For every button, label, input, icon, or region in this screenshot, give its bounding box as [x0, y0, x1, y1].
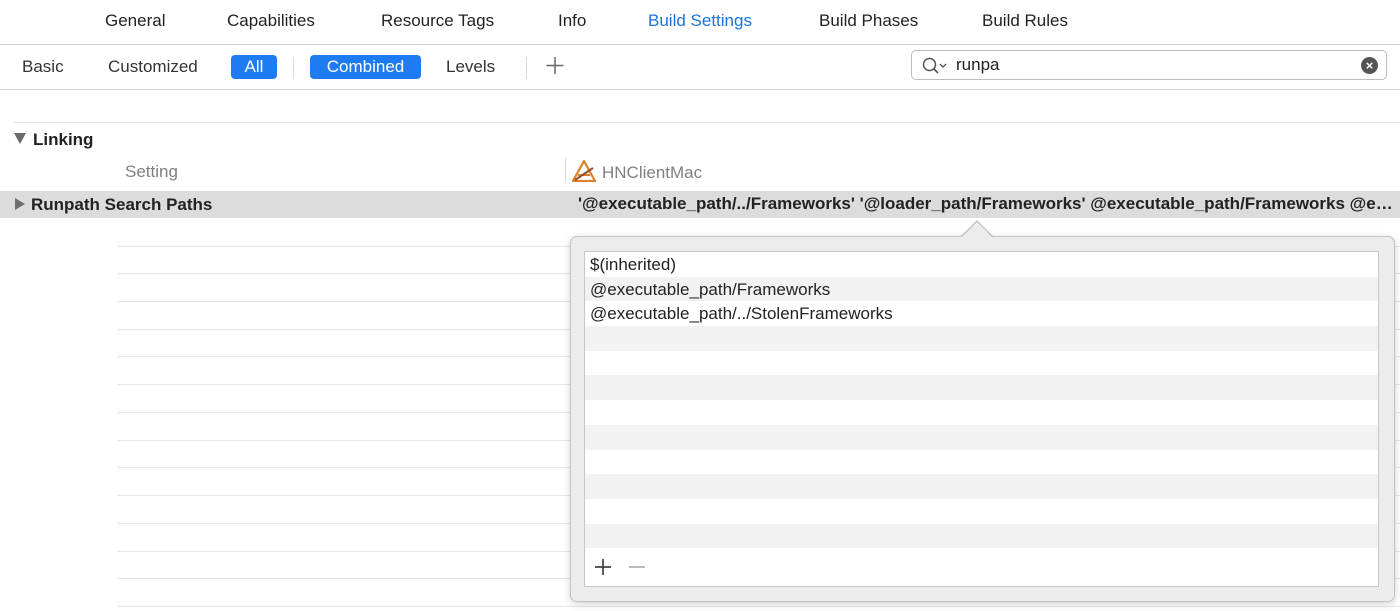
divider	[526, 57, 527, 79]
filter-bar: Basic Customized All Combined Levels ×	[0, 45, 1400, 90]
divider	[14, 122, 1400, 123]
plus-icon	[595, 559, 611, 575]
disclosure-triangle-icon[interactable]	[14, 133, 26, 144]
tab-build-settings[interactable]: Build Settings	[648, 11, 752, 31]
remove-item-button[interactable]	[627, 558, 647, 581]
add-setting-button[interactable]	[545, 53, 565, 77]
list-item[interactable]: $(inherited)	[585, 252, 1378, 277]
filter-combined-button[interactable]: Combined	[310, 55, 421, 79]
filter-all-button[interactable]: All	[231, 55, 277, 79]
tab-resource-tags[interactable]: Resource Tags	[381, 11, 494, 31]
search-icon	[922, 57, 948, 80]
empty-list-row[interactable]	[585, 375, 1378, 401]
tab-info[interactable]: Info	[558, 11, 586, 31]
table-row-divider	[117, 606, 1400, 607]
value-editor-popover: $(inherited) @executable_path/Frameworks…	[570, 236, 1395, 602]
xcode-app-icon	[571, 158, 597, 183]
setting-name: Runpath Search Paths	[31, 195, 213, 214]
list-item[interactable]: @executable_path/Frameworks	[585, 276, 1378, 302]
tab-build-phases[interactable]: Build Phases	[819, 11, 918, 31]
setting-value[interactable]: '@executable_path/../Frameworks' '@loade…	[578, 194, 1393, 214]
plus-icon	[546, 57, 564, 74]
column-divider	[565, 158, 566, 182]
empty-list-row[interactable]	[585, 326, 1378, 351]
column-header-target: HNClientMac	[571, 158, 703, 183]
list-footer	[585, 550, 1378, 586]
search-input[interactable]	[956, 55, 1346, 75]
search-field[interactable]: ×	[911, 50, 1387, 80]
minus-icon	[629, 566, 645, 568]
add-item-button[interactable]	[593, 558, 613, 581]
empty-list-row[interactable]	[585, 499, 1378, 524]
editor-tab-bar: General Capabilities Resource Tags Info …	[0, 0, 1400, 45]
disclosure-triangle-icon[interactable]	[15, 198, 25, 210]
divider	[293, 57, 294, 79]
column-header-setting: Setting	[125, 162, 178, 181]
empty-list-row[interactable]	[585, 351, 1378, 376]
tab-general[interactable]: General	[105, 11, 165, 31]
filter-levels-button[interactable]: Levels	[446, 55, 495, 79]
empty-list-row[interactable]	[585, 450, 1378, 475]
target-name: HNClientMac	[602, 163, 703, 182]
section-header-linking[interactable]: Linking	[14, 130, 93, 150]
setting-row-runpath-search-paths[interactable]: Runpath Search Paths '@executable_path/.…	[0, 191, 1400, 218]
empty-list-row[interactable]	[585, 400, 1378, 425]
tab-build-rules[interactable]: Build Rules	[982, 11, 1068, 31]
section-title: Linking	[33, 130, 94, 149]
tab-capabilities[interactable]: Capabilities	[227, 11, 315, 31]
empty-list-row[interactable]	[585, 474, 1378, 499]
list-item[interactable]: @executable_path/../StolenFrameworks	[585, 301, 1378, 326]
value-list[interactable]: $(inherited) @executable_path/Frameworks…	[584, 251, 1379, 587]
empty-list-row[interactable]	[585, 523, 1378, 549]
clear-search-icon[interactable]: ×	[1361, 57, 1378, 74]
empty-list-row[interactable]	[585, 424, 1378, 450]
popover-arrow-fill	[961, 222, 993, 238]
filter-customized-button[interactable]: Customized	[108, 55, 198, 79]
filter-basic-button[interactable]: Basic	[22, 55, 64, 79]
